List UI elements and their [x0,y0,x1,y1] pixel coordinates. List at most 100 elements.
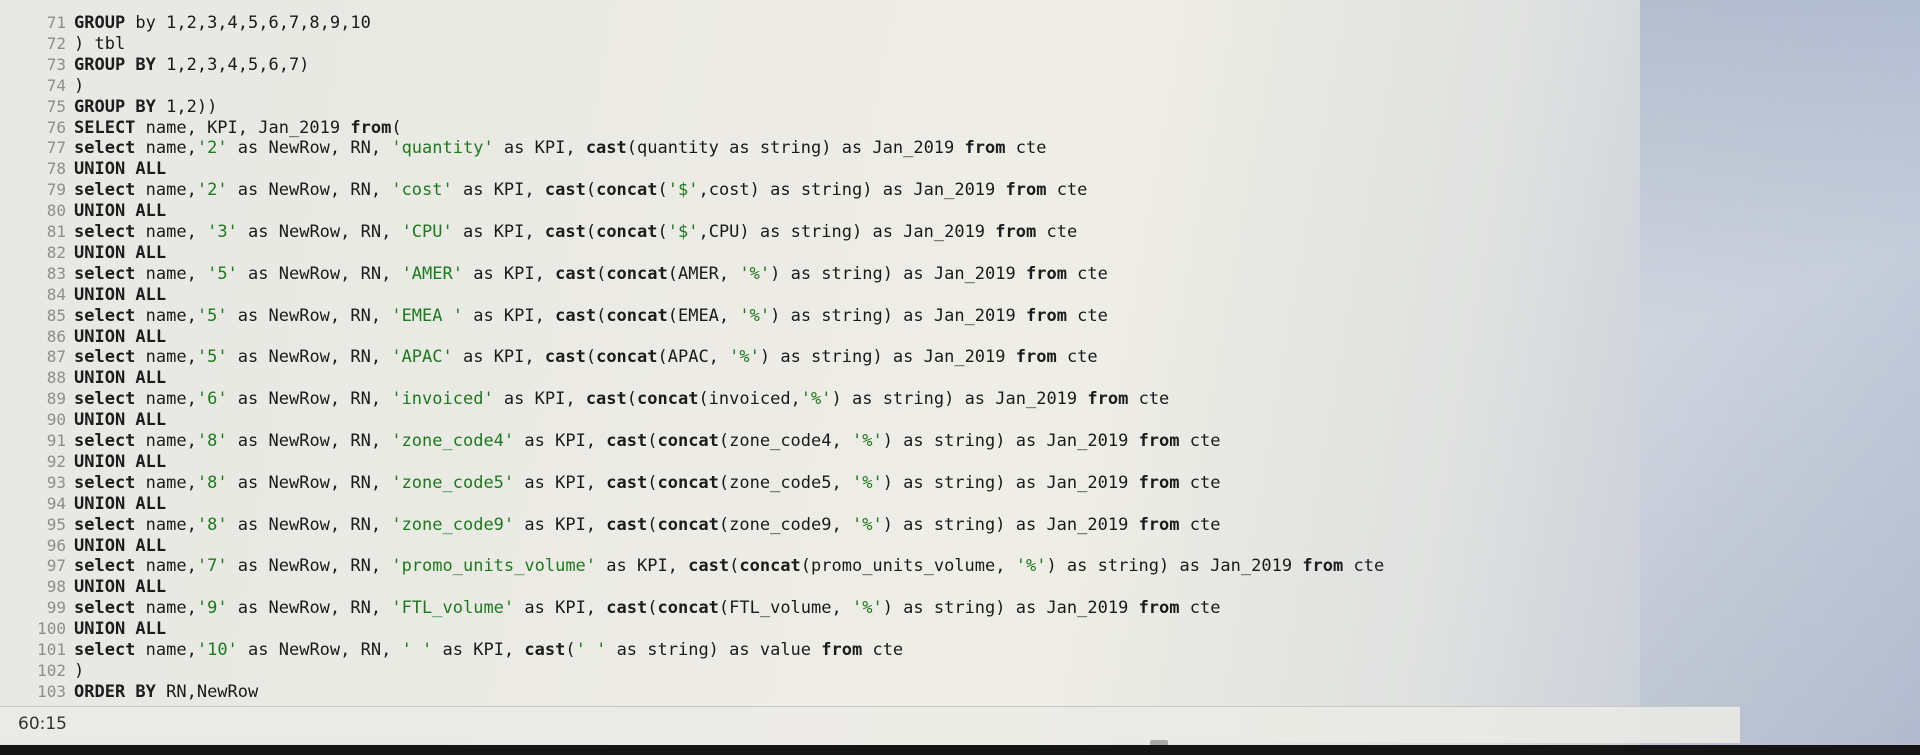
code-line[interactable]: 84 UNION ALL [0,284,166,305]
code-line[interactable]: 72) tbl [0,33,125,54]
code-text: UNION ALL [74,577,166,597]
code-line[interactable]: 96 UNION ALL [0,535,166,556]
sql-keyword: UNION ALL [74,535,167,556]
sql-keyword: UNION ALL [74,284,167,305]
code-line[interactable]: 73 GROUP BY 1,2,3,4,5,6,7) [0,54,310,75]
line-number: 96 [46,535,66,555]
code-token: as KPI, [432,640,525,660]
sql-keyword: GROUP BY [74,96,156,117]
sql-keyword: select [74,514,136,535]
code-token: ( [585,180,597,201]
code-line[interactable]: 81 select name, '3' as NewRow, RN, 'CPU' … [0,221,1077,242]
string-literal: ' ' [401,640,433,660]
code-line[interactable]: 93 select name,'8' as NewRow, RN, 'zone_c… [0,472,1221,493]
code-token: name, [135,305,197,326]
code-text: UNION ALL [74,494,166,514]
code-line[interactable]: 100 UNION ALL [0,618,166,639]
code-line[interactable]: 103 ORDER BY RN,NewRow [0,681,258,702]
cursor-position: 60:15 [18,714,67,734]
sql-keyword: select [74,598,136,619]
code-line[interactable]: 102) [0,660,84,681]
sql-keyword: GROUP BY [74,54,156,75]
sql-keyword: UNION ALL [74,368,167,389]
code-line[interactable]: 98 UNION ALL [0,576,166,597]
code-token: cte [1005,138,1047,159]
code-token: name, [135,389,197,410]
code-line[interactable]: 79 select name,'2' as NewRow, RN, 'cost' … [0,179,1088,201]
code-line[interactable]: 90 UNION ALL [0,409,166,430]
code-line[interactable]: 82 UNION ALL [0,242,166,263]
code-token: as NewRow, RN, [227,138,392,159]
code-line[interactable]: 71 GROUP by 1,2,3,4,5,6,7,8,9,10 [0,12,371,33]
code-line[interactable]: 101 select name,'10' as NewRow, RN, ' ' a… [0,639,903,660]
line-number: 88 [46,368,66,388]
code-token: as NewRow, RN, [227,472,392,493]
code-line[interactable]: 80 UNION ALL [0,200,166,221]
code-token: as NewRow, RN, [227,598,392,619]
code-line[interactable]: 92 UNION ALL [0,451,166,472]
sql-code-editor[interactable]: 71 GROUP by 1,2,3,4,5,6,7,8,9,10 72) tbl 73… [0,0,1740,703]
code-line[interactable]: 91 select name,'8' as NewRow, RN, 'zone_c… [0,430,1221,451]
code-token: as NewRow, RN, [227,389,392,410]
line-number: 82 [46,242,66,262]
string-literal: 'invoiced' [391,389,494,410]
code-text: ) [74,76,84,96]
code-line[interactable]: 94 UNION ALL [0,493,166,514]
code-text: UNION ALL [74,536,166,556]
code-token: as KPI, [462,263,556,284]
sql-keyword: cast [606,431,648,451]
status-bar: 60:15 [0,706,1740,743]
code-line[interactable]: 77 select name,'2' as NewRow, RN, 'quanti… [0,137,1047,159]
sql-keyword: from [1087,389,1129,410]
code-text: select name,'5' as NewRow, RN, 'EMEA ' a… [74,306,1108,326]
sql-keyword: cast [544,180,586,201]
sql-keyword: from [1025,305,1067,326]
code-token: ) [74,660,85,681]
string-literal: '%' [1015,556,1047,577]
code-token: cte [1179,598,1221,619]
code-line[interactable]: 97 select name,'7' as NewRow, RN, 'promo_… [0,555,1384,576]
code-line[interactable]: 89 select name,'6' as NewRow, RN, 'invoic… [0,388,1170,410]
sql-keyword: from [964,138,1006,159]
line-number: 80 [46,201,66,221]
code-line[interactable]: 83 select name, '5' as NewRow, RN, 'AMER'… [0,263,1108,284]
code-token: as NewRow, RN, [227,305,392,326]
sql-keyword: from [1138,472,1180,493]
sql-keyword: concat [596,180,658,201]
line-number: 95 [46,514,66,534]
code-text: UNION ALL [74,327,166,347]
string-literal: '$' [667,180,699,201]
sql-keyword: concat [657,472,719,493]
sql-keyword: select [74,556,136,577]
string-literal: '5' [207,263,238,284]
string-literal: 'zone_code4' [391,431,515,451]
code-line[interactable]: 88 UNION ALL [0,367,166,388]
code-line[interactable]: 85 select name,'5' as NewRow, RN, 'EMEA '… [0,305,1108,326]
code-line[interactable]: 87 select name,'5' as NewRow, RN, 'APAC' … [0,346,1098,367]
code-line[interactable]: 76 SELECT name, KPI, Jan_2019 from( [0,117,402,138]
code-token: ) as string) as Jan_2019 [882,598,1139,619]
sql-keyword: concat [596,347,658,368]
code-token: cte [1066,305,1108,326]
code-line[interactable]: 78 UNION ALL [0,158,166,179]
sql-keyword: concat [657,431,719,451]
code-line[interactable]: 75 GROUP BY 1,2)) [0,96,218,117]
line-number: 91 [46,431,66,450]
code-token: ,CPU) as string) as Jan_2019 [698,222,996,242]
sql-keyword: cast [606,598,648,619]
code-token: cte [1036,222,1078,242]
code-line[interactable]: 95 select name,'8' as NewRow, RN, 'zone_c… [0,514,1221,535]
sql-keyword: cast [585,389,627,410]
code-line[interactable]: 74) [0,75,85,96]
sql-keyword: from [1015,347,1057,368]
code-token: cte [1046,180,1088,201]
sql-keyword: select [74,640,136,660]
code-text: ORDER BY RN,NewRow [74,682,258,702]
code-token: as KPI, [514,472,607,493]
code-token: name, [135,472,197,493]
sql-keyword: from [1025,263,1067,284]
code-line[interactable]: 99 select name,'9' as NewRow, RN, 'FTL_vo… [0,597,1221,619]
code-token: ) as string) as Jan_2019 [770,263,1026,284]
code-line[interactable]: 86 UNION ALL [0,326,166,347]
code-token: ( [391,117,402,138]
